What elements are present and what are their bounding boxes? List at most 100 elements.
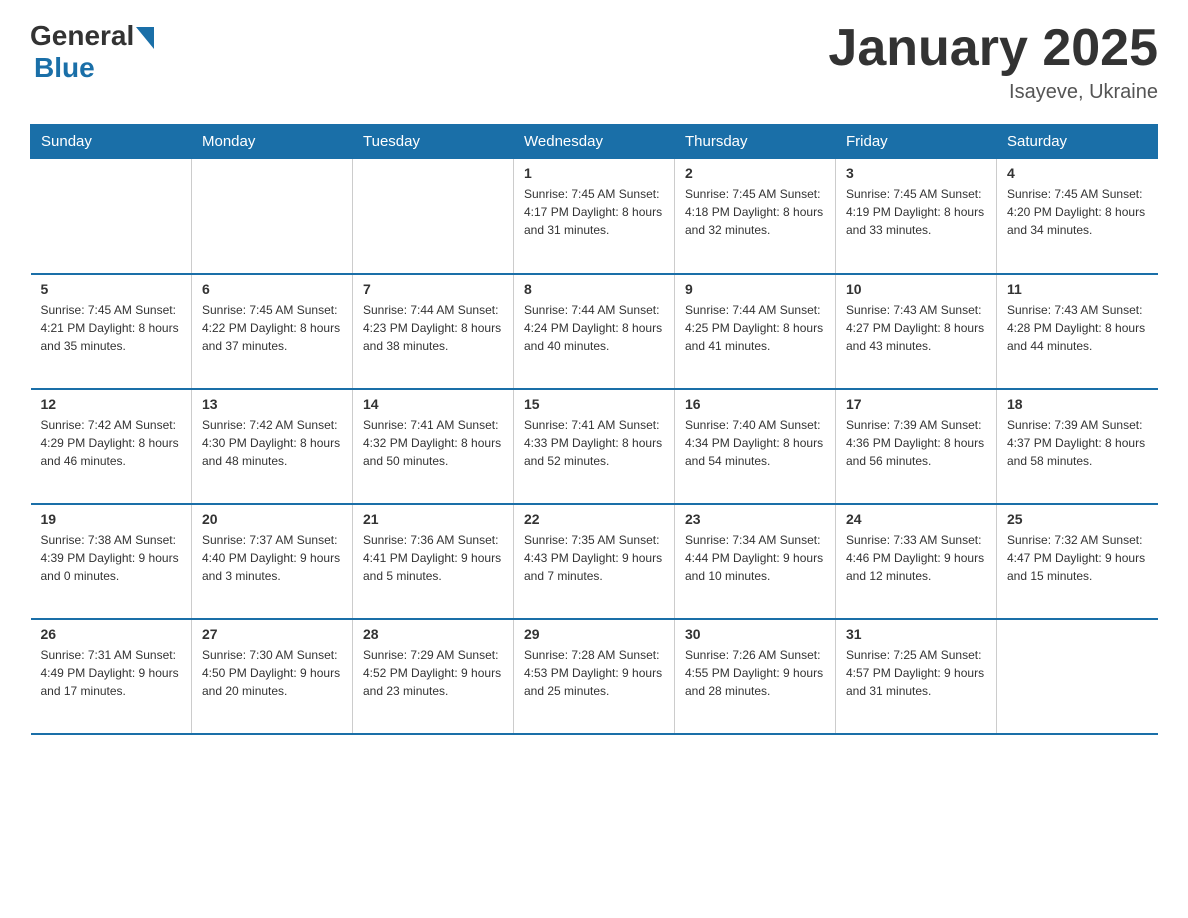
day-number: 4 [1007, 165, 1148, 181]
day-info: Sunrise: 7:29 AM Sunset: 4:52 PM Dayligh… [363, 646, 503, 700]
day-cell: 31 Sunrise: 7:25 AM Sunset: 4:57 PM Dayli… [836, 619, 997, 734]
day-number: 7 [363, 281, 503, 297]
header-wednesday: Wednesday [514, 125, 675, 159]
day-info: Sunrise: 7:34 AM Sunset: 4:44 PM Dayligh… [685, 531, 825, 585]
day-info: Sunrise: 7:38 AM Sunset: 4:39 PM Dayligh… [41, 531, 182, 585]
day-info: Sunrise: 7:32 AM Sunset: 4:47 PM Dayligh… [1007, 531, 1148, 585]
day-number: 26 [41, 626, 182, 642]
day-cell: 25 Sunrise: 7:32 AM Sunset: 4:47 PM Dayli… [997, 504, 1158, 619]
day-number: 9 [685, 281, 825, 297]
day-info: Sunrise: 7:42 AM Sunset: 4:29 PM Dayligh… [41, 416, 182, 470]
day-info: Sunrise: 7:45 AM Sunset: 4:17 PM Dayligh… [524, 185, 664, 239]
subtitle: Isayeve, Ukraine [828, 81, 1158, 104]
day-info: Sunrise: 7:41 AM Sunset: 4:33 PM Dayligh… [524, 416, 664, 470]
day-cell: 29 Sunrise: 7:28 AM Sunset: 4:53 PM Dayli… [514, 619, 675, 734]
day-number: 19 [41, 511, 182, 527]
day-cell: 11Sunrise: 7:43 AM Sunset: 4:28 PM Dayli… [997, 274, 1158, 389]
day-cell: 23 Sunrise: 7:34 AM Sunset: 4:44 PM Dayli… [675, 504, 836, 619]
day-cell: 13 Sunrise: 7:42 AM Sunset: 4:30 PM Dayli… [192, 389, 353, 504]
day-number: 1 [524, 165, 664, 181]
day-cell: 14 Sunrise: 7:41 AM Sunset: 4:32 PM Dayli… [353, 389, 514, 504]
header-friday: Friday [836, 125, 997, 159]
day-number: 21 [363, 511, 503, 527]
day-cell: 10Sunrise: 7:43 AM Sunset: 4:27 PM Dayli… [836, 274, 997, 389]
day-number: 8 [524, 281, 664, 297]
day-cell: 26Sunrise: 7:31 AM Sunset: 4:49 PM Dayli… [31, 619, 192, 734]
day-number: 13 [202, 396, 342, 412]
day-cell: 2 Sunrise: 7:45 AM Sunset: 4:18 PM Daylig… [675, 159, 836, 274]
day-number: 17 [846, 396, 986, 412]
day-number: 25 [1007, 511, 1148, 527]
logo-triangle-icon [136, 27, 154, 49]
day-cell [31, 159, 192, 274]
day-info: Sunrise: 7:36 AM Sunset: 4:41 PM Dayligh… [363, 531, 503, 585]
day-cell: 27Sunrise: 7:30 AM Sunset: 4:50 PM Dayli… [192, 619, 353, 734]
day-info: Sunrise: 7:44 AM Sunset: 4:24 PM Dayligh… [524, 301, 664, 355]
day-number: 15 [524, 396, 664, 412]
day-number: 3 [846, 165, 986, 181]
day-info: Sunrise: 7:45 AM Sunset: 4:22 PM Dayligh… [202, 301, 342, 355]
logo-general-text: General [30, 20, 134, 52]
day-cell: 3 Sunrise: 7:45 AM Sunset: 4:19 PM Daylig… [836, 159, 997, 274]
day-info: Sunrise: 7:42 AM Sunset: 4:30 PM Dayligh… [202, 416, 342, 470]
day-cell: 6 Sunrise: 7:45 AM Sunset: 4:22 PM Daylig… [192, 274, 353, 389]
day-info: Sunrise: 7:43 AM Sunset: 4:28 PM Dayligh… [1007, 301, 1148, 355]
day-number: 22 [524, 511, 664, 527]
header-sunday: Sunday [31, 125, 192, 159]
main-title: January 2025 [828, 20, 1158, 77]
day-number: 29 [524, 626, 664, 642]
day-info: Sunrise: 7:25 AM Sunset: 4:57 PM Dayligh… [846, 646, 986, 700]
day-number: 23 [685, 511, 825, 527]
day-cell: 24Sunrise: 7:33 AM Sunset: 4:46 PM Dayli… [836, 504, 997, 619]
day-cell: 16 Sunrise: 7:40 AM Sunset: 4:34 PM Dayli… [675, 389, 836, 504]
day-number: 30 [685, 626, 825, 642]
day-info: Sunrise: 7:45 AM Sunset: 4:18 PM Dayligh… [685, 185, 825, 239]
day-cell [997, 619, 1158, 734]
day-info: Sunrise: 7:44 AM Sunset: 4:23 PM Dayligh… [363, 301, 503, 355]
day-cell [192, 159, 353, 274]
week-row-1: 1 Sunrise: 7:45 AM Sunset: 4:17 PM Daylig… [31, 159, 1158, 274]
day-cell: 12Sunrise: 7:42 AM Sunset: 4:29 PM Dayli… [31, 389, 192, 504]
day-info: Sunrise: 7:41 AM Sunset: 4:32 PM Dayligh… [363, 416, 503, 470]
days-header-row: SundayMondayTuesdayWednesdayThursdayFrid… [31, 125, 1158, 159]
day-info: Sunrise: 7:40 AM Sunset: 4:34 PM Dayligh… [685, 416, 825, 470]
logo-blue-text: Blue [34, 52, 95, 83]
title-block: January 2025 Isayeve, Ukraine [828, 20, 1158, 104]
day-cell: 28Sunrise: 7:29 AM Sunset: 4:52 PM Dayli… [353, 619, 514, 734]
day-info: Sunrise: 7:26 AM Sunset: 4:55 PM Dayligh… [685, 646, 825, 700]
day-number: 14 [363, 396, 503, 412]
day-cell: 18Sunrise: 7:39 AM Sunset: 4:37 PM Dayli… [997, 389, 1158, 504]
day-number: 27 [202, 626, 342, 642]
day-info: Sunrise: 7:44 AM Sunset: 4:25 PM Dayligh… [685, 301, 825, 355]
day-cell: 7 Sunrise: 7:44 AM Sunset: 4:23 PM Daylig… [353, 274, 514, 389]
day-number: 16 [685, 396, 825, 412]
week-row-4: 19 Sunrise: 7:38 AM Sunset: 4:39 PM Dayli… [31, 504, 1158, 619]
page-header: General Blue January 2025 Isayeve, Ukrai… [30, 20, 1158, 104]
day-cell: 21 Sunrise: 7:36 AM Sunset: 4:41 PM Dayli… [353, 504, 514, 619]
day-info: Sunrise: 7:28 AM Sunset: 4:53 PM Dayligh… [524, 646, 664, 700]
day-number: 20 [202, 511, 342, 527]
day-info: Sunrise: 7:35 AM Sunset: 4:43 PM Dayligh… [524, 531, 664, 585]
week-row-3: 12Sunrise: 7:42 AM Sunset: 4:29 PM Dayli… [31, 389, 1158, 504]
day-info: Sunrise: 7:45 AM Sunset: 4:19 PM Dayligh… [846, 185, 986, 239]
day-cell: 8 Sunrise: 7:44 AM Sunset: 4:24 PM Daylig… [514, 274, 675, 389]
day-cell: 30 Sunrise: 7:26 AM Sunset: 4:55 PM Dayli… [675, 619, 836, 734]
day-number: 31 [846, 626, 986, 642]
day-cell: 4Sunrise: 7:45 AM Sunset: 4:20 PM Daylig… [997, 159, 1158, 274]
day-info: Sunrise: 7:39 AM Sunset: 4:37 PM Dayligh… [1007, 416, 1148, 470]
day-number: 24 [846, 511, 986, 527]
day-cell: 5Sunrise: 7:45 AM Sunset: 4:21 PM Daylig… [31, 274, 192, 389]
day-cell: 20Sunrise: 7:37 AM Sunset: 4:40 PM Dayli… [192, 504, 353, 619]
day-cell: 9 Sunrise: 7:44 AM Sunset: 4:25 PM Daylig… [675, 274, 836, 389]
day-cell: 15 Sunrise: 7:41 AM Sunset: 4:33 PM Dayli… [514, 389, 675, 504]
day-number: 10 [846, 281, 986, 297]
day-number: 2 [685, 165, 825, 181]
day-number: 6 [202, 281, 342, 297]
day-info: Sunrise: 7:39 AM Sunset: 4:36 PM Dayligh… [846, 416, 986, 470]
week-row-5: 26Sunrise: 7:31 AM Sunset: 4:49 PM Dayli… [31, 619, 1158, 734]
day-cell [353, 159, 514, 274]
calendar-table: SundayMondayTuesdayWednesdayThursdayFrid… [30, 124, 1158, 735]
calendar-header: SundayMondayTuesdayWednesdayThursdayFrid… [31, 125, 1158, 159]
logo: General Blue [30, 20, 154, 84]
header-monday: Monday [192, 125, 353, 159]
